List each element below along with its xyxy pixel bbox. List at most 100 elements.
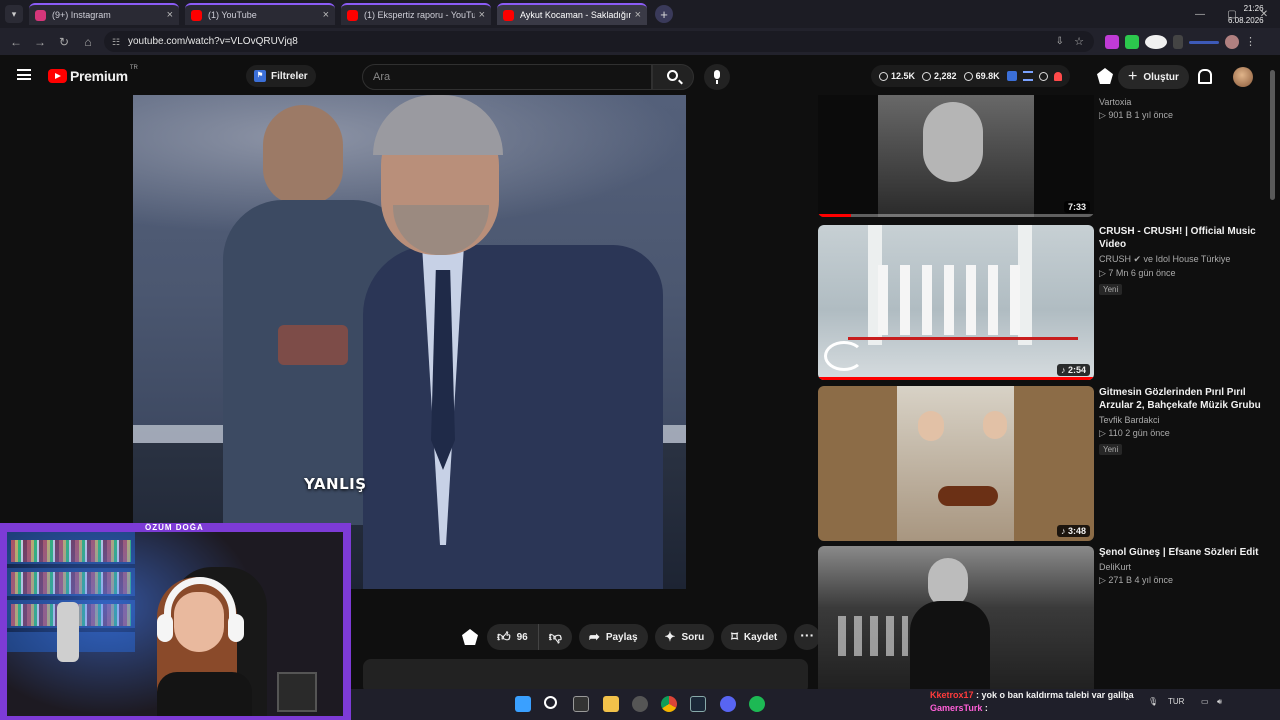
youtube-logo[interactable]: Premium TR	[48, 65, 138, 84]
spotify-icon[interactable]	[749, 696, 765, 712]
video-player[interactable]: YANLIŞ	[133, 95, 686, 589]
browser-tab-ekspertiz[interactable]: (1) Ekspertiz raporu - YouTube ×	[341, 3, 491, 25]
new-tab-button[interactable]: +	[655, 5, 673, 23]
tray-display-icon[interactable]: ▭	[1201, 697, 1209, 706]
clock-time: 21:26	[1243, 4, 1264, 13]
browser-tab-youtube[interactable]: (1) YouTube ×	[185, 3, 335, 25]
extension-icon[interactable]	[1125, 35, 1139, 49]
page-scrollbar[interactable]	[1270, 70, 1275, 200]
chat-text: : yok o ban kaldırma talebi var galiba	[976, 690, 1134, 700]
eye-icon	[963, 71, 973, 81]
tray-volume-icon[interactable]: 🔊︎	[1217, 697, 1222, 707]
profile-icon[interactable]	[1225, 35, 1239, 49]
filters-button[interactable]: ⚑ Filtreler	[246, 65, 316, 87]
webcam-feed	[7, 532, 343, 716]
search-input[interactable]: Ara	[362, 64, 652, 90]
video-meta: Vartoxia ▷ 901 B 1 yıl önce	[1099, 95, 1264, 121]
menu-icon[interactable]	[17, 69, 31, 80]
shorts-premium-icon[interactable]	[1097, 68, 1113, 84]
new-badge: Yeni	[1099, 284, 1123, 295]
ask-button[interactable]: ✦ Soru	[654, 624, 715, 650]
extension-icon[interactable]	[1105, 35, 1119, 49]
video-title[interactable]: Gitmesin Gözlerinden Pırıl Pırıl Arzular…	[1099, 386, 1264, 412]
extensions-area: ⋮	[1102, 32, 1258, 52]
search-button[interactable]	[652, 64, 694, 90]
video-thumbnail[interactable]: 7:33	[818, 95, 1094, 217]
steam-icon[interactable]	[690, 696, 706, 712]
url-field[interactable]: ☷ youtube.com/watch?v=VLOvQRUVjq8 ⇩ ☆	[104, 31, 1094, 52]
channel-name[interactable]: DeliKurt	[1099, 562, 1264, 572]
channel-name[interactable]: CRUSH ✔ ve Idol House Türkiye	[1099, 254, 1264, 265]
video-thumbnail[interactable]: ♪ 2:54	[818, 225, 1094, 380]
stat-1: 12.5K	[879, 71, 915, 81]
filter-extension-icon: ⚑	[254, 70, 266, 82]
crush-logo-icon	[824, 341, 864, 371]
stat-3: 69.8K	[963, 71, 1000, 81]
channel-name[interactable]: Tevfik Bardakci	[1099, 415, 1264, 425]
close-tab-icon[interactable]: ×	[479, 9, 485, 21]
chat-message: GamersTurk :	[930, 702, 1134, 715]
bookmark-star-icon[interactable]: ☆	[1074, 35, 1084, 48]
input-language[interactable]: TUR	[1168, 697, 1184, 706]
thumbs-up-icon: 👍︎	[497, 629, 511, 644]
home-icon[interactable]: ⌂	[76, 35, 100, 49]
browser-tab-active[interactable]: Aykut Kocaman - Sakladığın Ba ×	[497, 3, 647, 25]
create-button[interactable]: + Oluştur	[1118, 65, 1189, 89]
install-icon[interactable]: ⇩	[1056, 36, 1064, 47]
taskbar-search-icon[interactable]	[544, 696, 557, 709]
system-clock[interactable]: 21:26 6.08.2026	[1228, 3, 1264, 27]
extension-icon[interactable]	[1189, 40, 1219, 44]
video-title[interactable]: Şenol Güneş | Efsane Sözleri Edit	[1099, 546, 1264, 559]
duration-text: 2:54	[1067, 365, 1086, 375]
close-tab-icon[interactable]: ×	[167, 9, 173, 21]
dislike-button[interactable]: 👎︎	[539, 624, 572, 650]
region-code: TR	[129, 65, 138, 71]
minimize-icon[interactable]: —	[1184, 0, 1216, 28]
video-meta: Gitmesin Gözlerinden Pırıl Pırıl Arzular…	[1099, 386, 1264, 457]
tab-search-icon[interactable]: ▾	[5, 5, 23, 23]
voice-search-icon[interactable]	[704, 64, 730, 90]
like-button[interactable]: 👍︎ 96	[487, 624, 539, 650]
like-dislike-group: 👍︎ 96 👎︎	[487, 624, 572, 650]
file-explorer-icon[interactable]	[603, 696, 619, 712]
forward-icon[interactable]: →	[28, 35, 52, 49]
chrome-icon[interactable]	[661, 696, 677, 712]
browser-tab-instagram[interactable]: (9+) Instagram ×	[29, 3, 179, 25]
reload-icon[interactable]: ↻	[52, 35, 76, 49]
video-thumbnail[interactable]	[818, 546, 1094, 689]
chat-text: :	[984, 703, 988, 713]
more-actions-button[interactable]: ···	[794, 624, 821, 650]
logo-text: Premium	[70, 68, 128, 84]
channel-name[interactable]: Vartoxia	[1099, 97, 1264, 107]
thumbnail-suit	[910, 601, 990, 689]
discord-icon[interactable]	[720, 696, 736, 712]
close-tab-icon[interactable]: ×	[323, 9, 329, 21]
remix-icon[interactable]	[462, 629, 478, 645]
back-icon[interactable]: ←	[4, 35, 28, 49]
save-label: Kaydet	[743, 631, 778, 643]
video-stats: ▷ 7 Mn 6 gün önce	[1099, 268, 1176, 278]
video-thumbnail[interactable]: ♪ 3:48	[818, 386, 1094, 541]
share-button[interactable]: ➦ Paylaş	[578, 624, 648, 650]
extension-icon[interactable]	[1173, 35, 1183, 49]
video-title[interactable]: CRUSH - CRUSH! | Official Music Video	[1099, 225, 1264, 251]
thumbnail-violin	[938, 486, 998, 506]
create-label: Oluştur	[1143, 71, 1179, 83]
menu-dots-icon[interactable]: ⋮	[1245, 35, 1256, 49]
youtube-icon	[347, 9, 358, 21]
windows-start-icon[interactable]	[515, 696, 531, 712]
extension-icon[interactable]	[1145, 35, 1167, 49]
tray-mic-icon[interactable]: 🎙︎	[1148, 697, 1158, 706]
bookmark-icon: ⌑	[731, 629, 738, 644]
notifications-bell-icon[interactable]	[1197, 68, 1212, 84]
address-bar-row: ← → ↻ ⌂ ☷ youtube.com/watch?v=VLOvQRUVjq…	[0, 28, 1280, 55]
site-info-icon[interactable]: ☷	[112, 37, 122, 47]
close-tab-icon[interactable]: ×	[635, 9, 641, 21]
obs-icon[interactable]	[632, 696, 648, 712]
user-avatar[interactable]	[1233, 67, 1253, 87]
thumbnail-rope	[848, 337, 1078, 340]
channel-stats-extension[interactable]: 12.5K 2,282 69.8K	[871, 65, 1070, 87]
save-button[interactable]: ⌑ Kaydet	[721, 624, 788, 650]
task-view-icon[interactable]	[573, 696, 589, 712]
webcam-person-top	[157, 672, 252, 716]
